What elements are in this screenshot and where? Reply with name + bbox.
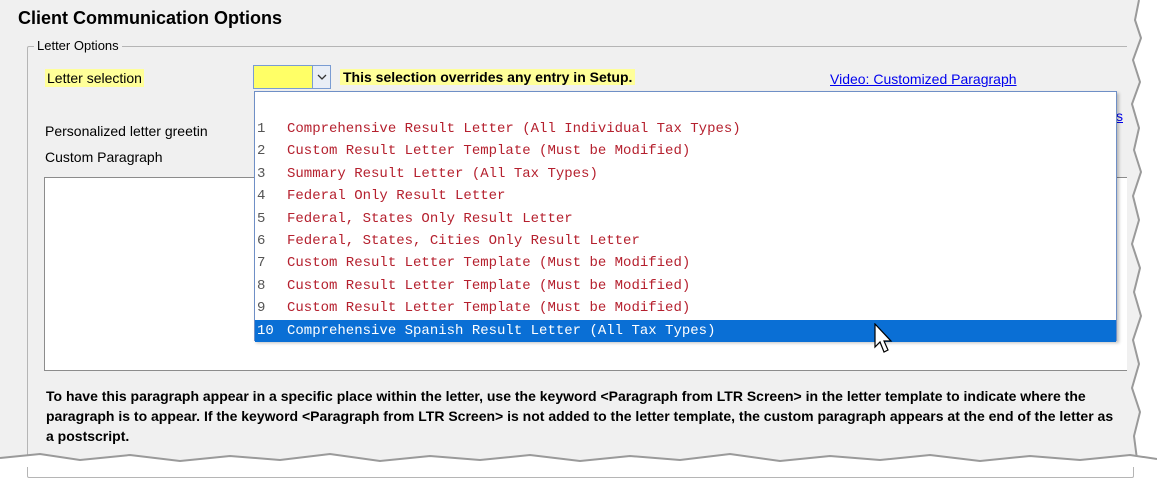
dropdown-option[interactable]: 1 Comprehensive Result Letter (All Indivi… <box>255 118 1116 140</box>
option-label: Comprehensive Result Letter (All Individ… <box>287 121 741 137</box>
letter-selection-value[interactable] <box>253 65 312 89</box>
option-label: Custom Result Letter Template (Must be M… <box>287 300 691 317</box>
video-customized-paragraph-link[interactable]: Video: Customized Paragraph <box>830 71 1017 87</box>
dropdown-option[interactable]: 6 Federal, States, Cities Only Result Let… <box>255 230 1116 252</box>
option-label: Comprehensive Spanish Result Letter (All… <box>287 322 716 339</box>
option-number: 8 <box>257 277 266 294</box>
custom-paragraph-label: Custom Paragraph <box>45 149 163 165</box>
option-label: Custom Result Letter Template (Must be M… <box>287 143 691 160</box>
torn-edge-right <box>1127 0 1157 467</box>
option-number: 5 <box>257 210 266 227</box>
paragraph-instructions: To have this paragraph appear in a speci… <box>46 388 1114 444</box>
option-label: Summary Result Letter (All Tax Types) <box>287 165 598 182</box>
dropdown-option[interactable]: 10 Comprehensive Spanish Result Letter (A… <box>255 319 1116 342</box>
option-number: 4 <box>257 188 266 205</box>
option-label: Federal, States Only Result Letter <box>287 210 573 227</box>
option-label: Custom Result Letter Template (Must be M… <box>287 255 691 272</box>
option-number: 1 <box>257 121 266 137</box>
option-number: 9 <box>257 300 266 317</box>
dropdown-option[interactable]: 3 Summary Result Letter (All Tax Types) <box>255 163 1116 185</box>
mouse-pointer-icon <box>874 323 893 353</box>
greeting-label: Personalized letter greetin <box>45 123 208 139</box>
chevron-down-icon <box>317 68 327 86</box>
dropdown-option[interactable]: 7 Custom Result Letter Template (Must be … <box>255 252 1116 274</box>
torn-edge-bottom <box>0 449 1157 467</box>
dropdown-option[interactable]: 4 Federal Only Result Letter <box>255 185 1116 207</box>
dropdown-option[interactable]: 2 Custom Result Letter Template (Must be … <box>255 140 1116 162</box>
option-label: Federal, States, Cities Only Result Lett… <box>287 232 640 249</box>
option-number: 10 <box>257 322 274 339</box>
letter-selection-label: Letter selection <box>45 69 144 87</box>
override-note: This selection overrides any entry in Se… <box>340 69 636 85</box>
group-label: Letter Options <box>34 38 122 53</box>
letter-selection-combo[interactable] <box>253 65 331 89</box>
option-number: 6 <box>257 232 266 249</box>
option-number: 7 <box>257 255 266 272</box>
dropdown-option[interactable]: 5 Federal, States Only Result Letter <box>255 208 1116 230</box>
option-number: 3 <box>257 165 266 182</box>
option-label: Custom Result Letter Template (Must be M… <box>287 277 691 294</box>
dropdown-toggle-button[interactable] <box>312 65 331 89</box>
option-number: 2 <box>257 143 266 160</box>
page-title: Client Communication Options <box>18 8 282 28</box>
option-label: Federal Only Result Letter <box>287 188 506 205</box>
dropdown-option[interactable]: 9 Custom Result Letter Template (Must be … <box>255 297 1116 319</box>
letter-selection-dropdown-list[interactable]: 1 Comprehensive Result Letter (All Indivi… <box>254 91 1117 342</box>
dropdown-option[interactable]: 8 Custom Result Letter Template (Must be … <box>255 275 1116 297</box>
